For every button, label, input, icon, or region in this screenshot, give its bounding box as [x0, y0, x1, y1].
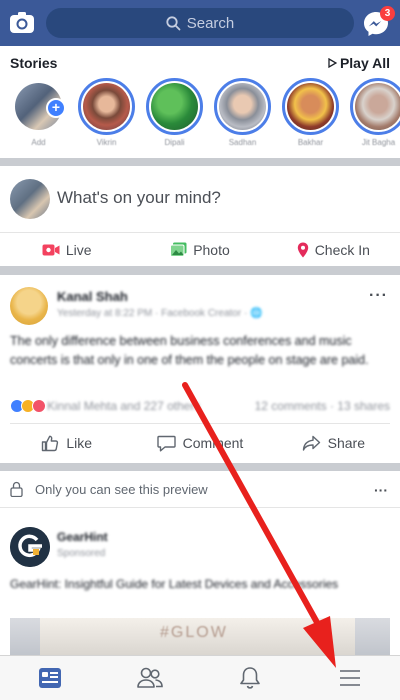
play-all-button[interactable]: Play All	[328, 55, 390, 71]
post-actions: Like Comment Share	[0, 427, 400, 459]
stories-section: Stories Play All + Add Vikrin Dipali Sad…	[0, 46, 400, 158]
post-text: The only difference between business con…	[10, 334, 369, 367]
bell-icon	[240, 667, 260, 689]
photo-button[interactable]: Photo	[133, 233, 266, 266]
avatar	[219, 83, 266, 130]
post-author[interactable]: Kanal Shah	[57, 289, 128, 304]
tab-news-feed[interactable]	[0, 656, 100, 700]
story-item[interactable]: Bakhar	[282, 78, 339, 147]
more-options-icon[interactable]: ···	[369, 288, 388, 304]
post-meta-text: Yesterday at 8:22 PM · Facebook Creator …	[57, 308, 251, 319]
live-label: Live	[65, 241, 92, 258]
bottom-tab-bar	[0, 655, 400, 700]
check-in-button[interactable]: Check In	[267, 233, 400, 266]
feed-post: Kanal Shah Yesterday at 8:22 PM · Facebo…	[0, 275, 400, 463]
check-in-label: Check In	[314, 241, 370, 258]
thumbs-up-icon	[42, 435, 59, 452]
advertiser-name[interactable]: GearHint	[57, 530, 108, 544]
story-name: Jit Bagha	[361, 138, 396, 147]
tab-menu[interactable]	[300, 656, 400, 700]
story-name: Vikrin	[96, 138, 117, 147]
tab-notifications[interactable]	[200, 656, 300, 700]
composer-input[interactable]: What's on your mind?	[57, 188, 221, 208]
tab-friends[interactable]	[100, 656, 200, 700]
photo-label: Photo	[193, 241, 230, 258]
preview-notice: Only you can see this preview	[10, 481, 208, 497]
comment-label: Comment	[182, 435, 244, 451]
stories-title: Stories	[10, 55, 58, 71]
advertiser-avatar[interactable]	[10, 527, 50, 567]
hamburger-menu-icon	[340, 670, 360, 686]
composer: What's on your mind? Live Photo Check In	[0, 166, 400, 266]
share-label: Share	[327, 435, 365, 451]
story-item[interactable]: Sadhan	[214, 78, 271, 147]
lock-icon	[10, 481, 23, 497]
ad-image-text: #GLOW	[160, 624, 228, 641]
reactions-bar[interactable]: Kinnal Mehta and 227 others 12 comments …	[10, 399, 390, 413]
search-input[interactable]: Search	[46, 8, 354, 38]
reaction-icons	[10, 399, 46, 413]
like-label: Like	[66, 435, 92, 451]
post-meta: Yesterday at 8:22 PM · Facebook Creator …	[57, 308, 263, 319]
sponsored-label: Sponsored	[57, 548, 106, 559]
like-button[interactable]: Like	[0, 427, 133, 459]
story-item[interactable]: Vikrin	[78, 78, 135, 147]
story-name: Sadhan	[228, 138, 257, 147]
reaction-names: Kinnal Mehta and 227 others	[47, 399, 201, 413]
play-icon	[328, 58, 337, 68]
gearhint-logo-icon	[10, 527, 50, 567]
avatar	[83, 83, 130, 130]
search-placeholder: Search	[186, 14, 235, 32]
comment-icon	[156, 435, 176, 451]
play-all-label: Play All	[339, 55, 390, 71]
photo-icon	[170, 242, 187, 257]
add-story-icon[interactable]: +	[46, 98, 66, 118]
ad-text: GearHint: Insightful Guide for Latest De…	[10, 577, 339, 591]
avatar[interactable]	[10, 287, 48, 325]
story-name: Add	[31, 138, 46, 147]
globe-icon: 🌐	[250, 308, 263, 319]
composer-actions: Live Photo Check In	[0, 233, 400, 266]
comment-share-counts: 12 comments · 13 shares	[254, 399, 390, 413]
love-reaction-icon	[32, 399, 46, 413]
live-video-icon	[42, 244, 60, 255]
sponsored-post: Only you can see this preview ··· GearHi…	[0, 471, 400, 655]
camera-icon[interactable]	[9, 10, 35, 36]
share-icon	[302, 435, 320, 451]
story-name: Bakhar	[297, 138, 324, 147]
avatar	[151, 83, 198, 130]
divider	[10, 423, 390, 424]
news-feed-icon	[39, 668, 61, 688]
live-button[interactable]: Live	[0, 233, 133, 266]
story-item[interactable]: Jit Bagha	[350, 78, 400, 147]
avatar	[287, 83, 334, 130]
more-options-icon[interactable]: ···	[374, 483, 388, 497]
story-item[interactable]: Dipali	[146, 78, 203, 147]
top-bar: Search 3	[0, 0, 400, 46]
story-name: Dipali	[164, 138, 185, 147]
share-button[interactable]: Share	[267, 427, 400, 459]
friends-icon	[137, 667, 163, 688]
divider	[0, 507, 400, 508]
search-icon	[166, 15, 181, 30]
ad-image[interactable]: #GLOW	[10, 618, 390, 655]
story-add[interactable]: + Add	[10, 78, 67, 147]
comment-button[interactable]: Comment	[133, 427, 266, 459]
avatar	[10, 179, 50, 219]
avatar	[355, 83, 400, 130]
messenger-badge: 3	[380, 6, 395, 21]
stories-row: + Add Vikrin Dipali Sadhan Bakhar Jit Ba…	[10, 78, 400, 147]
preview-notice-text: Only you can see this preview	[35, 481, 208, 497]
location-pin-icon	[297, 242, 308, 257]
